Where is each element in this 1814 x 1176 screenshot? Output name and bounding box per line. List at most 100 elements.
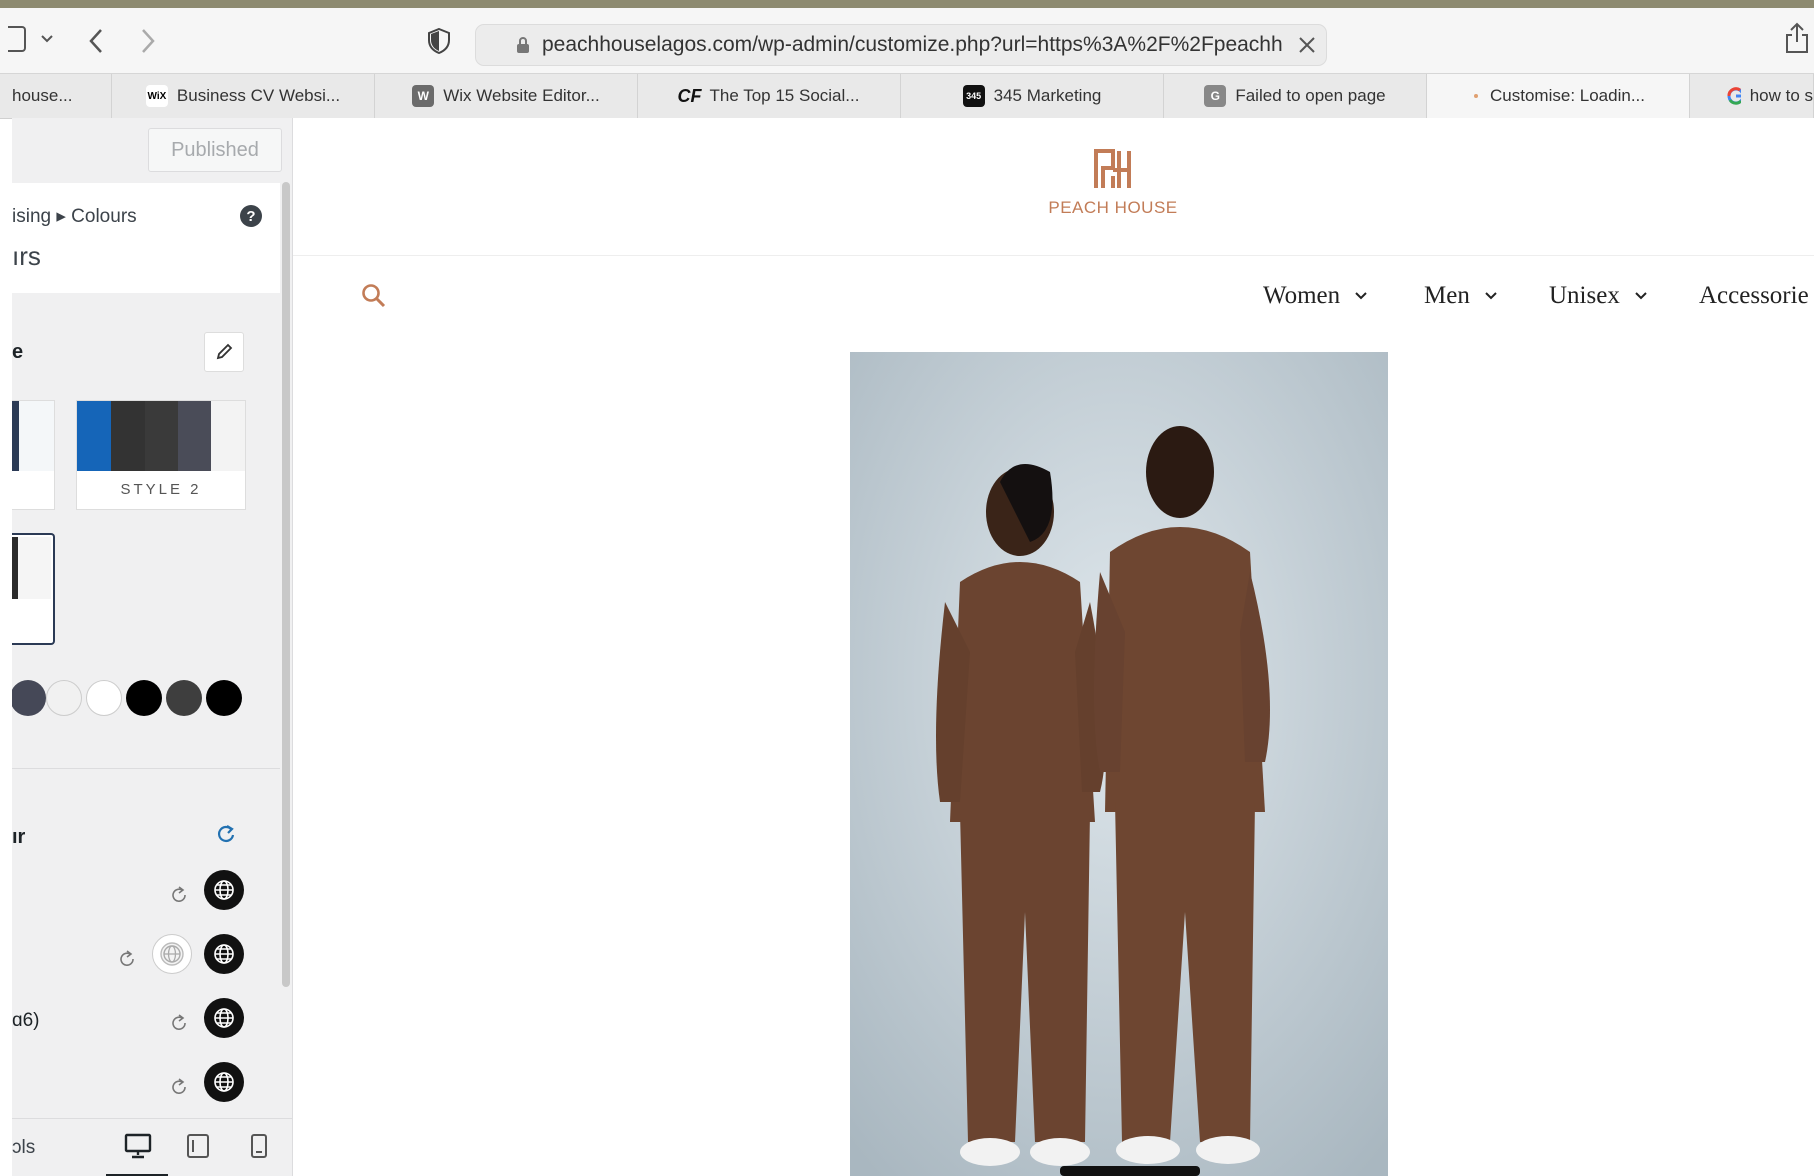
global-color-button[interactable] [204, 934, 244, 974]
palette-heading: e [12, 341, 24, 363]
loading-icon [1471, 91, 1481, 101]
reset-icon[interactable] [170, 886, 188, 904]
pencil-icon [216, 343, 233, 360]
tab-label: Customise: Loadin... [1490, 86, 1645, 105]
chevron-down-icon [1485, 292, 1497, 300]
style-1-swatch [12, 401, 19, 471]
tab-label: Failed to open page [1235, 86, 1386, 105]
palette-color-dot[interactable] [126, 680, 162, 716]
style-2-swatch [111, 401, 145, 471]
edit-palette-button[interactable] [204, 332, 244, 372]
browser-toolbar: peachhouselagos.com/wp-admin/customize.p… [0, 8, 1814, 73]
global-color-button[interactable] [204, 870, 244, 910]
style-2-swatch [145, 401, 178, 471]
shield-icon[interactable] [428, 28, 450, 54]
colour-heading: ır [12, 826, 26, 848]
nav-label: Accessorie [1699, 282, 1809, 309]
palette-color-dot[interactable] [206, 680, 242, 716]
customizer-sidebar: Published ising ▸ Colours ırs ? e STYLE … [12, 118, 293, 1176]
style-2-swatch [178, 401, 211, 471]
logo-icon [1094, 149, 1131, 188]
tab-label: Business CV Websi... [176, 86, 341, 105]
tab-label: 345 Marketing [993, 86, 1102, 105]
reset-icon[interactable] [118, 950, 136, 968]
global-color-button[interactable] [152, 934, 192, 974]
nav-men[interactable]: Men [1424, 282, 1498, 310]
mobile-preview-icon[interactable] [250, 1133, 268, 1159]
section-title: ırs [12, 241, 41, 271]
address-bar[interactable]: peachhouselagos.com/wp-admin/customize.p… [475, 24, 1327, 66]
section-header: ising ▸ Colours ırs ? [12, 183, 280, 293]
tab-how-to[interactable]: how to s [1690, 74, 1814, 118]
logo-text[interactable]: PEACH HOUSE [993, 198, 1233, 218]
globe-icon [214, 1072, 234, 1092]
tab-wix-editor[interactable]: W Wix Website Editor... [375, 74, 638, 118]
g-letter-icon: G [1204, 85, 1227, 107]
chevron-down-icon [1635, 292, 1647, 300]
sidebar-toggle-icon[interactable] [8, 26, 26, 52]
nav-unisex[interactable]: Unisex [1549, 282, 1648, 310]
customizer-footer: ɔls [12, 1118, 292, 1176]
chevron-down-icon[interactable] [40, 34, 54, 44]
tab-top-15-social[interactable]: CF The Top 15 Social... [638, 74, 901, 118]
tab-failed-page[interactable]: G Failed to open page [1164, 74, 1427, 118]
style-2-swatch [211, 401, 245, 471]
style-2-label: STYLE 2 [120, 481, 202, 498]
palette-color-dot[interactable] [12, 680, 46, 716]
global-color-button[interactable] [204, 1062, 244, 1102]
reset-icon[interactable] [216, 824, 236, 844]
palette-color-dot[interactable] [86, 680, 122, 716]
nav-label: Men [1424, 282, 1470, 309]
hide-controls-label[interactable]: ɔls [12, 1137, 35, 1159]
tab-label: Wix Website Editor... [443, 86, 600, 105]
help-icon[interactable]: ? [240, 205, 262, 227]
style-3-swatch [18, 537, 51, 599]
forward-icon[interactable] [140, 28, 156, 54]
published-button[interactable]: Published [148, 128, 282, 172]
reset-icon[interactable] [170, 1078, 188, 1096]
globe-icon [214, 1008, 234, 1028]
lock-icon [517, 37, 529, 53]
nav-label: Unisex [1549, 282, 1620, 309]
style-1-card[interactable] [12, 400, 55, 510]
h6-color-label: ɑ6) [12, 1010, 40, 1031]
header-divider [293, 255, 1814, 256]
sidebar-scrollbar[interactable] [282, 182, 290, 987]
nav-accessories[interactable]: Accessorie [1699, 282, 1809, 310]
w-icon: W [412, 85, 435, 107]
reset-icon[interactable] [170, 1014, 188, 1032]
345-icon: 345 [962, 85, 985, 107]
tab-label: house... [12, 86, 73, 105]
close-icon[interactable] [1298, 36, 1316, 54]
globe-icon [160, 942, 184, 966]
back-icon[interactable] [88, 28, 104, 54]
global-color-button[interactable] [204, 998, 244, 1038]
tab-peachhouse[interactable]: house... [0, 74, 112, 118]
chevron-down-icon [1355, 292, 1367, 300]
hero-image [850, 352, 1388, 1176]
palette-color-dot[interactable] [46, 680, 82, 716]
tab-customise-loading[interactable]: Customise: Loadin... [1427, 74, 1690, 118]
tab-bar: house... WiX Business CV Websi... W Wix … [0, 73, 1814, 119]
style-3-card[interactable] [12, 533, 55, 645]
share-icon[interactable] [1784, 22, 1810, 54]
palette-color-dot[interactable] [166, 680, 202, 716]
tab-label: how to s [1749, 86, 1813, 105]
window-top-strip [0, 0, 1814, 8]
site-preview: PEACH HOUSE Women Men Unisex Accessorie [293, 118, 1814, 1176]
google-icon [1727, 87, 1741, 105]
globe-icon [214, 880, 234, 900]
tab-label: The Top 15 Social... [709, 86, 860, 105]
style-2-card[interactable]: STYLE 2 [76, 400, 246, 510]
search-icon[interactable] [360, 282, 388, 310]
tablet-preview-icon[interactable] [186, 1133, 210, 1159]
tab-345-marketing[interactable]: 345 345 Marketing [901, 74, 1164, 118]
tab-business-cv[interactable]: WiX Business CV Websi... [112, 74, 375, 118]
nav-women[interactable]: Women [1263, 282, 1368, 310]
desktop-preview-icon[interactable] [124, 1133, 152, 1159]
wix-icon: WiX [145, 85, 168, 107]
divider [12, 768, 280, 769]
url-text: peachhouselagos.com/wp-admin/customize.p… [542, 33, 1282, 56]
nav-label: Women [1263, 282, 1341, 309]
globe-icon [214, 944, 234, 964]
